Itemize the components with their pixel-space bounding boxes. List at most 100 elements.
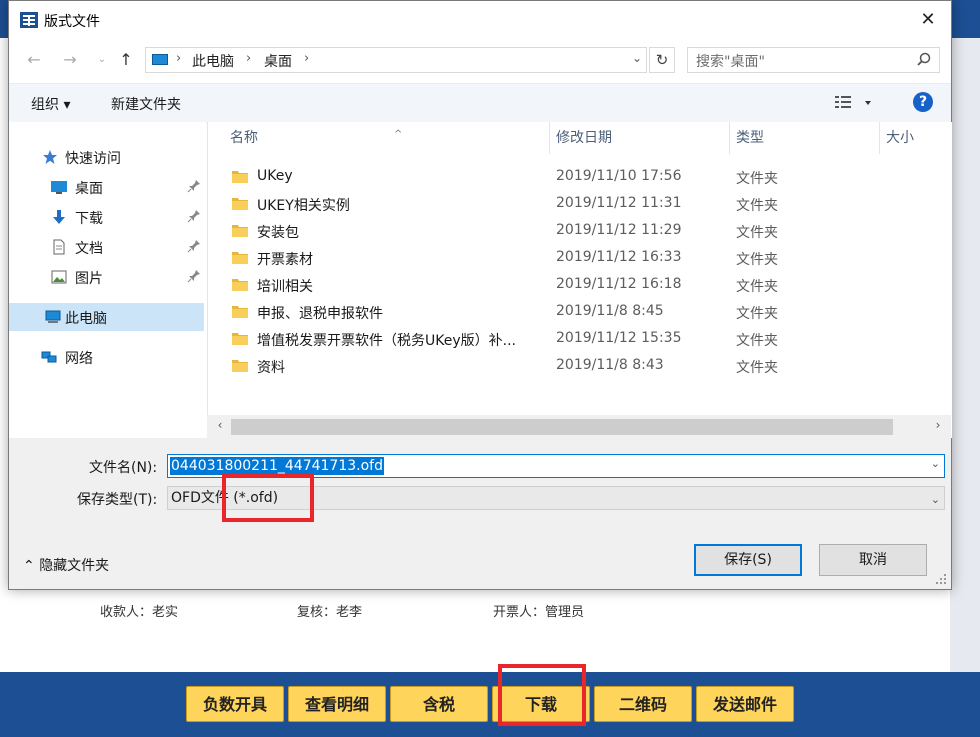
send-email-button[interactable]: 发送邮件 — [696, 686, 794, 722]
nav-pictures[interactable]: 图片 — [9, 263, 204, 291]
breadcrumb-this-pc[interactable]: 此电脑 — [192, 51, 234, 71]
column-header-size[interactable]: 大小 — [880, 122, 952, 154]
file-list: 名称 ^ 修改日期 类型 大小 UKey 2019/11/10 17:56 文件夹 U… — [207, 122, 952, 438]
scroll-right-icon[interactable]: › — [929, 418, 947, 435]
view-details-button[interactable]: 查看明细 — [288, 686, 386, 722]
payee-label: 收款人：老实 — [100, 605, 179, 620]
filetype-label: 保存类型(T): — [77, 492, 158, 508]
navigation-pane: 快速访问 桌面 下载 文档 图片 此电脑 网络 — [9, 122, 206, 438]
file-date: 2019/11/12 15:35 — [556, 330, 682, 346]
breadcrumb-separator-icon[interactable]: › — [304, 51, 309, 66]
filetype-value: OFD文件 (*.ofd) — [171, 490, 279, 506]
nav-this-pc[interactable]: 此电脑 — [9, 303, 204, 331]
file-name: UKey — [257, 168, 293, 184]
back-arrow-icon[interactable]: ← — [23, 49, 45, 71]
new-folder-button[interactable]: 新建文件夹 — [111, 94, 181, 114]
download-button[interactable]: 下载 — [492, 686, 590, 722]
column-name-label: 名称 — [230, 130, 258, 146]
file-type: 文件夹 — [736, 252, 778, 268]
chevron-up-icon: ⌃ — [23, 558, 35, 574]
negative-invoice-button[interactable]: 负数开具 — [186, 686, 284, 722]
file-date: 2019/11/12 16:18 — [556, 276, 682, 292]
scrollbar-thumb[interactable] — [231, 419, 893, 435]
file-type: 文件夹 — [736, 225, 778, 241]
command-toolbar: 组织 ▾ 新建文件夹 ? — [9, 83, 951, 123]
app-action-bar — [0, 672, 980, 737]
computer-icon — [45, 310, 61, 323]
help-icon[interactable]: ? — [913, 92, 933, 112]
document-icon — [53, 239, 65, 255]
nav-label: 图片 — [75, 271, 103, 287]
filename-field[interactable]: 044031800211_44741713.ofd ⌄ — [167, 454, 945, 478]
column-header-name[interactable]: 名称 ^ — [224, 122, 550, 154]
dialog-titlebar: 版式文件 ✕ — [9, 1, 951, 39]
address-bar[interactable]: › 此电脑 › 桌面 › ⌄ — [145, 47, 647, 73]
breadcrumb-separator-icon[interactable]: › — [176, 51, 181, 66]
list-item[interactable]: 培训相关 2019/11/12 16:18 文件夹 — [228, 272, 948, 299]
horizontal-scrollbar[interactable]: ‹ › — [207, 415, 951, 438]
resize-grip-icon[interactable] — [935, 573, 947, 585]
filetype-select[interactable]: OFD文件 (*.ofd) ⌄ — [167, 486, 945, 510]
nav-quick-access[interactable]: 快速访问 — [9, 143, 204, 171]
folder-icon — [232, 171, 248, 183]
list-item[interactable]: UKEY相关实例 2019/11/12 11:31 文件夹 — [228, 191, 948, 218]
refresh-icon[interactable]: ↻ — [649, 47, 675, 73]
recent-locations-icon[interactable]: ⌄ — [91, 49, 113, 71]
cancel-button[interactable]: 取消 — [819, 544, 927, 576]
download-arrow-icon — [53, 210, 65, 224]
file-date: 2019/11/12 11:29 — [556, 222, 682, 238]
hide-folders-label: 隐藏文件夹 — [39, 558, 110, 574]
file-date: 2019/11/10 17:56 — [556, 168, 682, 184]
chevron-down-icon[interactable]: ⌄ — [931, 457, 940, 470]
scroll-left-icon[interactable]: ‹ — [211, 418, 229, 435]
list-item[interactable]: 申报、退税申报软件 2019/11/8 8:45 文件夹 — [228, 299, 948, 326]
nav-downloads[interactable]: 下载 — [9, 203, 204, 231]
column-header-date[interactable]: 修改日期 — [550, 122, 730, 154]
save-button[interactable]: 保存(S) — [694, 544, 802, 576]
folder-icon — [232, 198, 248, 210]
qr-code-button[interactable]: 二维码 — [594, 686, 692, 722]
list-item[interactable]: 开票素材 2019/11/12 16:33 文件夹 — [228, 245, 948, 272]
folder-icon — [232, 306, 248, 318]
app-icon — [20, 12, 38, 28]
tax-included-button[interactable]: 含税 — [390, 686, 488, 722]
file-type: 文件夹 — [736, 360, 778, 376]
list-item[interactable]: UKey 2019/11/10 17:56 文件夹 — [228, 164, 948, 191]
desktop-icon — [51, 181, 67, 194]
organize-label: 组织 — [31, 97, 59, 113]
nav-network[interactable]: 网络 — [9, 343, 204, 371]
nav-documents[interactable]: 文档 — [9, 233, 204, 261]
file-name: 增值税发票开票软件（税务UKey版）补... — [257, 333, 516, 349]
save-dialog: 版式文件 ✕ ← → ⌄ ↑ › 此电脑 › 桌面 › ⌄ ↻ 搜索"桌面" 组… — [8, 0, 952, 590]
pin-icon[interactable] — [187, 239, 201, 253]
folder-icon — [232, 252, 248, 264]
pin-icon[interactable] — [187, 179, 201, 193]
view-options-icon[interactable] — [835, 95, 871, 111]
organize-menu[interactable]: 组织 ▾ — [31, 94, 70, 114]
file-type: 文件夹 — [736, 279, 778, 295]
column-header-type[interactable]: 类型 — [730, 122, 880, 154]
file-date: 2019/11/8 8:43 — [556, 357, 664, 373]
forward-arrow-icon[interactable]: → — [59, 49, 81, 71]
invoice-signers: 收款人：老实 复核：老李 开票人：管理员 — [100, 601, 800, 621]
picture-icon — [51, 270, 67, 284]
search-icon — [917, 52, 931, 66]
list-item[interactable]: 增值税发票开票软件（税务UKey版）补... 2019/11/12 15:35 文件… — [228, 326, 948, 353]
address-dropdown-icon[interactable]: ⌄ — [632, 51, 642, 65]
pin-icon[interactable] — [187, 269, 201, 283]
nav-label: 下载 — [75, 211, 103, 227]
file-type: 文件夹 — [736, 306, 778, 322]
hide-folders-toggle[interactable]: ⌃ 隐藏文件夹 — [23, 555, 109, 575]
breadcrumb-separator-icon[interactable]: › — [246, 51, 251, 66]
list-item[interactable]: 资料 2019/11/8 8:43 文件夹 — [228, 353, 948, 380]
up-arrow-icon[interactable]: ↑ — [115, 49, 137, 71]
close-button[interactable]: ✕ — [905, 1, 951, 39]
search-input[interactable]: 搜索"桌面" — [687, 47, 940, 73]
reviewer-label: 复核：老李 — [297, 605, 363, 620]
nav-desktop[interactable]: 桌面 — [9, 173, 204, 201]
chevron-down-icon[interactable]: ⌄ — [931, 489, 940, 511]
pin-icon[interactable] — [187, 209, 201, 223]
list-item[interactable]: 安装包 2019/11/12 11:29 文件夹 — [228, 218, 948, 245]
breadcrumb-desktop[interactable]: 桌面 — [264, 51, 292, 71]
folder-icon — [232, 225, 248, 237]
